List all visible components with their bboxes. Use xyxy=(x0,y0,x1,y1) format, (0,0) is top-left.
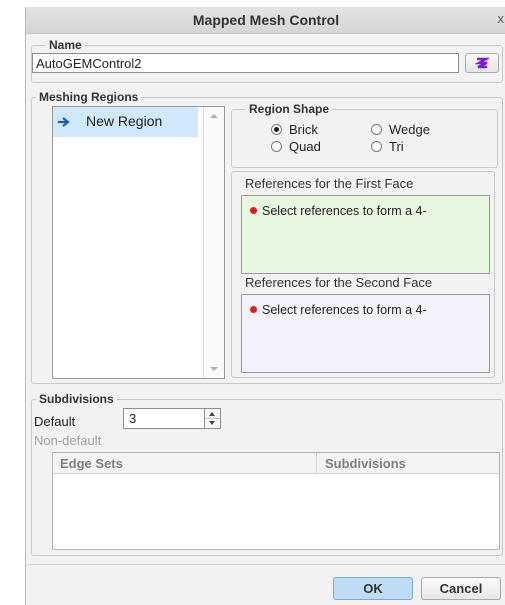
wedge-label: Wedge xyxy=(389,122,430,137)
status-dot-icon xyxy=(250,207,257,214)
table-header: Edge Sets Subdivisions xyxy=(53,453,499,474)
footer-divider xyxy=(26,564,505,565)
first-face-item[interactable]: Select references to form a 4- xyxy=(250,204,427,218)
arrow-right-icon xyxy=(58,117,70,127)
stepper-up-icon[interactable] xyxy=(209,412,215,416)
second-face-item-text: Select references to form a 4- xyxy=(262,303,427,317)
list-item-label: New Region xyxy=(86,113,163,129)
second-face-collector[interactable]: Select references to form a 4- xyxy=(241,294,490,373)
list-item[interactable]: New Region xyxy=(53,107,198,137)
status-dot-icon xyxy=(250,306,257,313)
default-label: Default xyxy=(34,414,76,429)
region-list[interactable]: New Region xyxy=(52,106,225,379)
meshing-regions-legend: Meshing Regions xyxy=(36,90,142,104)
name-legend: Name xyxy=(46,38,85,52)
first-face-collector[interactable]: Select references to form a 4- xyxy=(241,195,490,274)
first-face-item-text: Select references to form a 4- xyxy=(262,204,427,218)
region-shape-legend: Region Shape xyxy=(246,102,333,116)
radio-icon xyxy=(371,124,382,135)
list-scrollbar[interactable] xyxy=(203,107,224,378)
radio-icon xyxy=(271,141,282,152)
name-picker-button[interactable] xyxy=(465,53,499,73)
name-input[interactable] xyxy=(32,53,459,73)
quad-label: Quad xyxy=(289,139,321,154)
edge-sets-column-header[interactable]: Edge Sets xyxy=(60,456,123,471)
subdivisions-legend: Subdivisions xyxy=(36,392,117,406)
second-face-label: References for the Second Face xyxy=(245,275,433,290)
first-face-label: References for the First Face xyxy=(245,176,414,191)
brick-label: Brick xyxy=(289,122,318,137)
region-shape-group: Region Shape xyxy=(231,102,498,168)
tri-label: Tri xyxy=(389,139,404,154)
edge-sets-table[interactable]: Edge Sets Subdivisions xyxy=(52,452,500,550)
ok-button[interactable]: OK xyxy=(333,577,413,600)
non-default-label: Non-default xyxy=(34,433,102,448)
default-subdivisions-input[interactable] xyxy=(123,408,205,429)
color-swatch-icon xyxy=(475,57,489,69)
radio-selected-icon xyxy=(271,124,282,135)
mapped-mesh-control-dialog: Mapped Mesh Control x Name Meshing Regio… xyxy=(25,7,505,605)
stepper-down-icon[interactable] xyxy=(209,421,215,425)
cancel-button[interactable]: Cancel xyxy=(421,577,501,600)
subdivisions-column-header[interactable]: Subdivisions xyxy=(325,456,406,471)
radio-icon xyxy=(371,141,382,152)
scroll-up-icon[interactable] xyxy=(210,114,218,118)
title-bar[interactable]: Mapped Mesh Control x xyxy=(26,7,505,34)
close-icon[interactable]: x xyxy=(498,11,505,26)
dialog-title: Mapped Mesh Control xyxy=(192,12,340,28)
scroll-down-icon[interactable] xyxy=(210,367,218,371)
second-face-item[interactable]: Select references to form a 4- xyxy=(250,303,427,317)
default-subdivisions-stepper[interactable] xyxy=(204,408,221,429)
